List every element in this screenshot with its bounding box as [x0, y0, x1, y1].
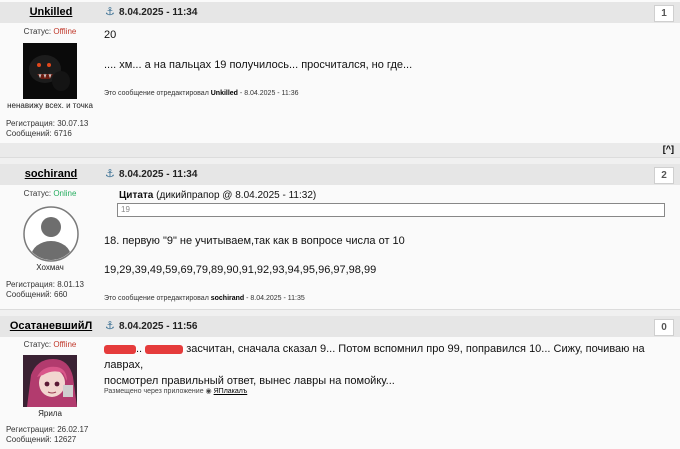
- post-date: 8.04.2025 - 11:34: [119, 7, 198, 18]
- post-header: sochirand ⚓ 8.04.2025 - 11:34 2: [0, 164, 680, 185]
- top-link-bar: [^]: [0, 143, 680, 157]
- edit-note: Это сообщение отредактировал Unkilled - …: [104, 90, 299, 97]
- post-separator: [0, 157, 680, 164]
- post-body-line: .... хм... а на пальцах 19 получилось...…: [104, 59, 413, 71]
- redacted-block: [104, 344, 136, 354]
- status-value: Offline: [53, 27, 77, 36]
- post-number-badge[interactable]: 2: [654, 167, 674, 184]
- user-status: Статус: Offline: [23, 27, 77, 36]
- app-link[interactable]: ЯПлакалъ: [214, 388, 248, 395]
- app-note: Размещено через приложение ◉ ЯПлакалъ: [104, 388, 248, 395]
- username-link[interactable]: ОсатаневшийЛ: [0, 320, 102, 332]
- post-date: 8.04.2025 - 11:56: [119, 321, 198, 332]
- username-link[interactable]: sochirand: [0, 168, 102, 180]
- app-icon: ◉: [205, 388, 212, 395]
- post-date: 8.04.2025 - 11:34: [119, 169, 198, 180]
- user-status: Статус: Online: [23, 189, 77, 198]
- user-stats: Регистрация: 26.02.17 Сообщений: 12627: [6, 425, 89, 444]
- avatar[interactable]: [23, 205, 79, 262]
- user-stats: Регистрация: 8.01.13 Сообщений: 660: [6, 280, 84, 299]
- post-number-badge[interactable]: 1: [654, 5, 674, 22]
- quote-box: 19: [117, 203, 665, 217]
- quote-header: Цитата (дикийпрапор @ 8.04.2025 - 11:32): [119, 190, 317, 201]
- post-number-badge[interactable]: 0: [654, 319, 674, 336]
- status-value: Online: [53, 189, 77, 198]
- avatar[interactable]: [23, 43, 77, 99]
- user-caption: Ярила: [38, 409, 62, 418]
- avatar[interactable]: [23, 355, 77, 411]
- user-caption: Хохмач: [36, 263, 64, 272]
- edit-note: Это сообщение отредактировал sochirand -…: [104, 295, 305, 302]
- anchor-icon[interactable]: ⚓: [105, 5, 115, 18]
- scroll-to-top-link[interactable]: [^]: [663, 144, 674, 154]
- post-header: ОсатаневшийЛ ⚓ 8.04.2025 - 11:56 0: [0, 316, 680, 337]
- post-header: Unkilled ⚓ 8.04.2025 - 11:34 1: [0, 2, 680, 23]
- post-body-line: 19,29,39,49,59,69,79,89,90,91,92,93,94,9…: [104, 264, 377, 276]
- user-status: Статус: Offline: [23, 340, 77, 349]
- post-body: .. засчитан, сначала сказал 9... Потом в…: [104, 343, 645, 387]
- username-link[interactable]: Unkilled: [0, 6, 102, 18]
- anchor-icon[interactable]: ⚓: [105, 319, 115, 332]
- user-stats: Регистрация: 30.07.13 Сообщений: 6716: [6, 119, 89, 138]
- post-body: 20: [104, 29, 117, 41]
- redacted-block: [145, 344, 184, 354]
- status-value: Offline: [53, 340, 77, 349]
- user-caption: ненавижу всех. и точка: [7, 101, 93, 110]
- post-body: 18. первую "9" не учитываем,так как в во…: [104, 235, 405, 247]
- anchor-icon[interactable]: ⚓: [105, 167, 115, 180]
- quote-label: Цитата: [119, 190, 154, 201]
- post-separator: [0, 309, 680, 316]
